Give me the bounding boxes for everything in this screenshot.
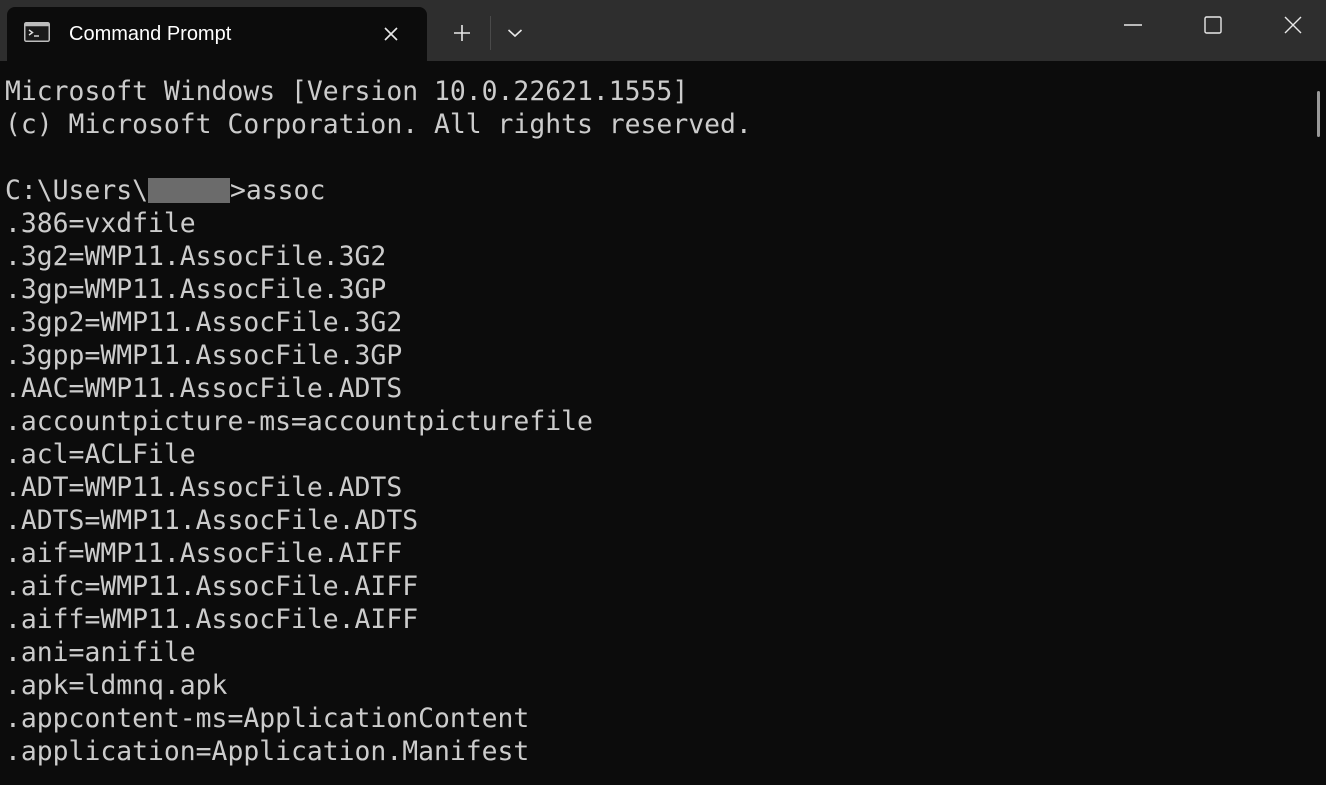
titlebar-divider [490, 16, 491, 50]
maximize-icon [1204, 16, 1222, 34]
output-line: .ani=anifile [5, 637, 196, 668]
output-line: .3gp=WMP11.AssocFile.3GP [5, 274, 387, 305]
prompt-path: C:\Users\ [5, 175, 148, 206]
output-line: .3gp2=WMP11.AssocFile.3G2 [5, 307, 403, 338]
output-line: .aiff=WMP11.AssocFile.AIFF [5, 604, 419, 635]
tab-close-button[interactable] [376, 19, 406, 49]
close-window-button[interactable] [1253, 0, 1326, 50]
output-line: .accountpicture-ms=accountpicturefile [5, 406, 593, 437]
terminal-header-line: (c) Microsoft Corporation. All rights re… [5, 109, 752, 140]
output-line: .acl=ACLFile [5, 439, 196, 470]
output-line: .aif=WMP11.AssocFile.AIFF [5, 538, 403, 569]
new-tab-button[interactable] [440, 14, 484, 52]
output-line: .AAC=WMP11.AssocFile.ADTS [5, 373, 403, 404]
terminal-window: Command Prompt Microsoft Windows [Versio… [0, 0, 1326, 785]
command-prompt-icon [24, 22, 50, 42]
output-line: .3gpp=WMP11.AssocFile.3GP [5, 340, 403, 371]
output-line: .appcontent-ms=ApplicationContent [5, 703, 530, 734]
output-line: .application=Application.Manifest [5, 736, 530, 767]
output-line: .apk=ldmnq.apk [5, 670, 228, 701]
vertical-scrollbar[interactable] [1310, 61, 1326, 785]
command-prompt-line: C:\Users\ >assoc [5, 174, 325, 207]
tab-title: Command Prompt [69, 23, 232, 45]
minimize-button[interactable] [1093, 0, 1173, 50]
output-line: .3g2=WMP11.AssocFile.3G2 [5, 241, 387, 272]
prompt-command: >assoc [230, 175, 326, 206]
title-bar: Command Prompt [0, 0, 1326, 61]
close-icon [384, 27, 398, 41]
terminal-output[interactable]: Microsoft Windows [Version 10.0.22621.15… [0, 61, 1310, 785]
output-line: .aifc=WMP11.AssocFile.AIFF [5, 571, 419, 602]
scrollbar-thumb[interactable] [1317, 91, 1320, 137]
chevron-down-icon [507, 29, 523, 38]
output-line: .ADTS=WMP11.AssocFile.ADTS [5, 505, 419, 536]
plus-icon [454, 25, 470, 41]
redacted-username [148, 178, 230, 203]
profile-dropdown-button[interactable] [496, 14, 534, 52]
output-line: .ADT=WMP11.AssocFile.ADTS [5, 472, 403, 503]
minimize-icon [1124, 24, 1142, 26]
tab-command-prompt[interactable]: Command Prompt [7, 7, 427, 61]
close-icon [1284, 16, 1302, 34]
maximize-button[interactable] [1173, 0, 1253, 50]
output-line: .386=vxdfile [5, 208, 196, 239]
terminal-header-line: Microsoft Windows [Version 10.0.22621.15… [5, 76, 689, 107]
